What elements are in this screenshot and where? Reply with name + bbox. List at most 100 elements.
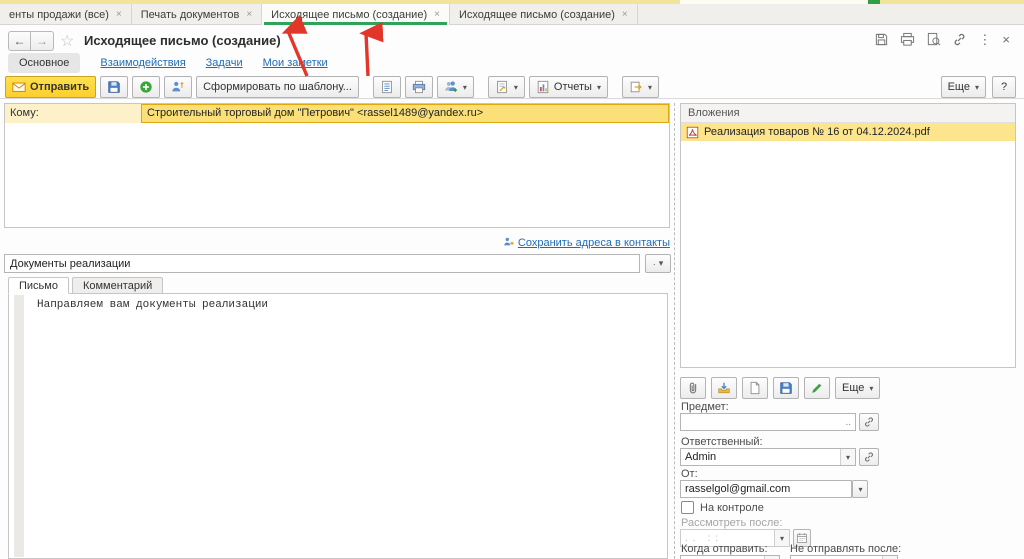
subject-ref-input[interactable] [681, 416, 842, 428]
nav-tasks[interactable]: Задачи [206, 57, 243, 69]
tab-letter[interactable]: Письмо [8, 277, 69, 294]
tab-comment[interactable]: Комментарий [71, 277, 164, 294]
tab-close-icon[interactable]: × [434, 9, 440, 20]
history-nav: ← → [8, 31, 54, 51]
review-after-input[interactable] [681, 532, 774, 544]
tab-close-icon[interactable]: × [116, 9, 122, 20]
body-tabs: Письмо Комментарий [8, 277, 166, 294]
reports-menu-button[interactable]: Отчеты ▾ [528, 76, 608, 98]
on-control-checkbox[interactable] [681, 501, 694, 514]
print-icon[interactable] [900, 32, 915, 47]
attachments-more-button[interactable]: Еще ▾ [835, 377, 881, 399]
print-button[interactable] [404, 76, 433, 98]
more-actions-icon[interactable]: ⋮ [978, 32, 991, 47]
when-send-field: ▾ [680, 555, 780, 559]
form-navigation: Основное Взаимодействия Задачи Мои замет… [8, 53, 328, 73]
save-button[interactable] [100, 76, 129, 98]
envelope-icon [12, 82, 26, 92]
subject-options-button[interactable]: · ▾ [645, 254, 671, 273]
pdf-icon [686, 126, 699, 138]
responsible-input[interactable] [681, 451, 840, 463]
application-window: енты продажи (все) × Печать документов ×… [0, 0, 1024, 559]
dropdown-arrow-icon[interactable]: ▾ [774, 530, 789, 546]
forward-button[interactable]: → [31, 31, 54, 51]
nav-my-notes[interactable]: Мои заметки [263, 57, 328, 69]
to-label: Кому: [5, 104, 141, 123]
email-body-editor[interactable]: Направляем вам документы реализации [8, 293, 668, 559]
to-value[interactable]: Строительный торговый дом "Петрович" <ra… [141, 104, 669, 123]
dropdown-arrow-icon: ▾ [858, 484, 863, 494]
tab-close-icon[interactable]: × [622, 9, 628, 20]
tab-outgoing-mail-1[interactable]: Исходящее письмо (создание) × [262, 4, 450, 25]
not-send-after-label: Не отправлять после: [790, 543, 902, 555]
person-plus-icon [504, 237, 514, 246]
tab-print-documents[interactable]: Печать документов × [132, 4, 263, 25]
load-from-disk-button[interactable] [711, 377, 737, 399]
save-attachment-button[interactable] [773, 377, 799, 399]
link-icon [865, 452, 873, 462]
generate-from-template-button[interactable]: Сформировать по шаблону... [196, 76, 359, 98]
pick-addressee-button[interactable] [164, 76, 193, 98]
close-window-icon[interactable]: × [1002, 32, 1010, 47]
toolbar-separator [0, 98, 1024, 99]
from-dropdown-button[interactable]: ▾ [852, 480, 868, 498]
attachment-name: Реализация товаров № 16 от 04.12.2024.pd… [704, 126, 930, 138]
recipients-box[interactable]: Кому: Строительный торговый дом "Петрови… [4, 103, 670, 228]
subject-ref-label: Предмет: [681, 401, 729, 413]
from-field [680, 480, 852, 498]
from-input[interactable] [681, 483, 851, 495]
back-button[interactable]: ← [8, 31, 31, 51]
not-send-after-field: ▾ [790, 555, 898, 559]
responsible-field: ▾ [680, 448, 856, 466]
link-icon [865, 417, 873, 427]
responsible-label: Ответственный: [681, 436, 763, 448]
create-button[interactable] [132, 76, 161, 98]
edit-attachment-button[interactable] [804, 377, 830, 399]
dropdown-arrow-icon[interactable]: ▾ [840, 449, 855, 465]
on-control-label[interactable]: На контроле [700, 502, 764, 514]
responsible-open-button[interactable] [859, 448, 879, 466]
get-link-icon[interactable] [952, 32, 967, 47]
nav-interactions[interactable]: Взаимодействия [100, 57, 185, 69]
from-label: От: [681, 468, 698, 480]
send-button[interactable]: Отправить [5, 76, 97, 98]
email-subject-input[interactable] [4, 254, 640, 273]
save-contacts-link[interactable]: Сохранить адреса в контакты [518, 237, 670, 249]
dropdown-arrow-icon: ▾ [513, 82, 518, 92]
add-participants-menu-button[interactable]: ▾ [436, 76, 474, 98]
create-based-on-menu-button[interactable]: ▾ [487, 76, 525, 98]
tab-close-icon[interactable]: × [246, 9, 252, 20]
more-button[interactable]: Еще ▾ [940, 76, 986, 98]
attachments-header: Вложения [681, 104, 1015, 123]
nav-main[interactable]: Основное [8, 53, 81, 73]
tab-label: Исходящее письмо (создание) [271, 8, 428, 21]
tab-label: Печать документов [140, 8, 240, 21]
tab-outgoing-mail-2[interactable]: Исходящее письмо (создание) × [450, 4, 638, 25]
email-body-text[interactable]: Направляем вам документы реализации [37, 299, 268, 311]
person-arrows-icon [172, 81, 184, 92]
open-windows-tabbar: енты продажи (все) × Печать документов ×… [0, 4, 1024, 25]
attachments-toolbar: Еще ▾ [680, 377, 881, 399]
help-button[interactable]: ? [992, 76, 1016, 98]
dot-icon: · [652, 258, 656, 269]
people-add-icon [445, 81, 457, 92]
export-menu-button[interactable]: ▾ [621, 76, 659, 98]
save-icon[interactable] [874, 32, 889, 47]
command-toolbar: Отправить Сформировать по шаблону... ▾ ▾ [5, 76, 659, 98]
favorite-star-icon[interactable]: ☆ [60, 31, 74, 51]
panel-splitter[interactable] [674, 103, 675, 559]
attachment-row[interactable]: Реализация товаров № 16 от 04.12.2024.pd… [681, 123, 1015, 141]
attach-file-button[interactable] [680, 377, 706, 399]
editor-gutter [14, 295, 24, 557]
tab-sales-documents[interactable]: енты продажи (все) × [0, 4, 132, 25]
new-file-button[interactable] [742, 377, 768, 399]
choose-ellipsis-icon[interactable]: .. [841, 417, 855, 428]
recipient-row: Кому: Строительный торговый дом "Петрови… [5, 104, 669, 123]
diskette-icon [108, 81, 120, 93]
document-text-button[interactable] [372, 76, 401, 98]
dropdown-arrow-icon: ▾ [974, 82, 979, 92]
preview-icon[interactable] [926, 32, 941, 47]
subject-ref-open-button[interactable] [859, 413, 879, 431]
dropdown-arrow-icon: ▾ [658, 258, 664, 268]
diskette-icon [780, 382, 792, 394]
